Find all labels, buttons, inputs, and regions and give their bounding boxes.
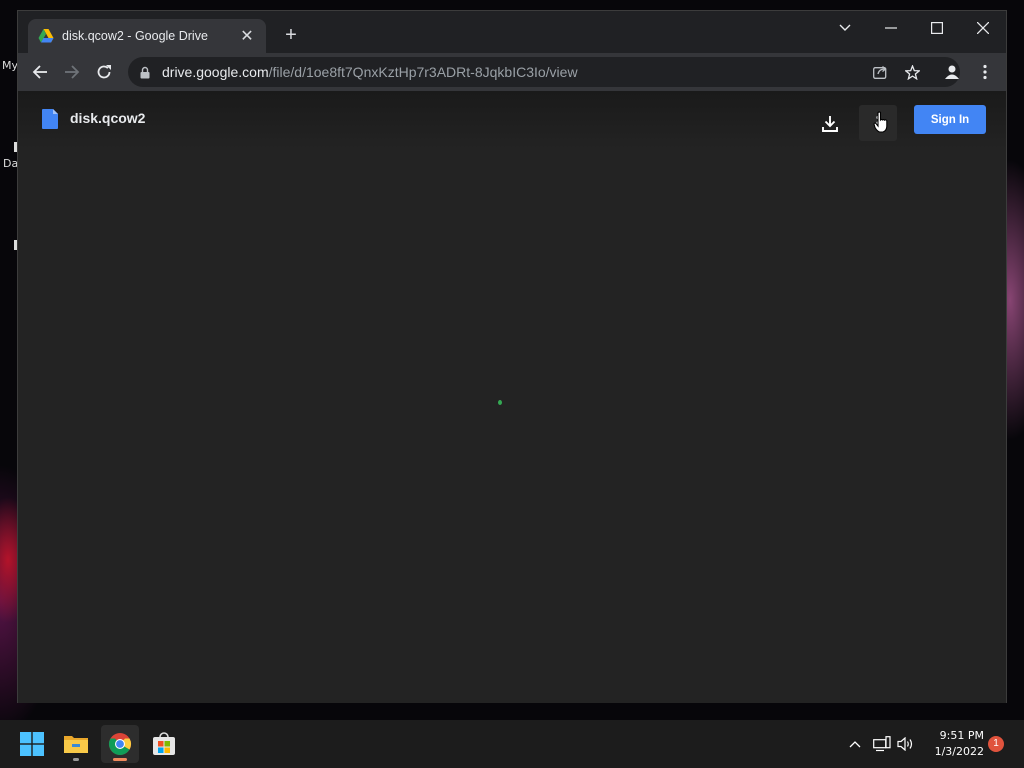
tab-search-chevron-icon[interactable] [825,15,865,41]
back-button[interactable] [26,58,54,86]
browser-titlebar: disk.qcow2 - Google Drive ✕ + [18,11,1006,53]
store-bag-icon [153,732,175,755]
new-tab-button[interactable]: + [280,25,302,47]
volume-icon[interactable] [896,734,916,754]
browser-window: disk.qcow2 - Google Drive ✕ + drive.goog… [17,10,1007,703]
desktop-icon-label[interactable]: Da [3,157,18,170]
browser-menu-button[interactable] [971,58,999,86]
loading-spinner [498,400,502,405]
show-hidden-icons-chevron-icon[interactable] [845,734,865,754]
chrome-icon [109,733,131,755]
taskbar: 9:51 PM 1/3/2022 1 [0,720,1024,768]
chrome-taskbar-button[interactable] [101,725,139,763]
file-name: disk.qcow2 [70,110,146,126]
desktop-icon-label[interactable]: My [2,59,18,72]
notification-badge[interactable]: 1 [988,736,1004,752]
kebab-menu-icon [983,64,987,80]
reload-button[interactable] [90,58,118,86]
bookmark-button[interactable] [898,58,926,86]
start-button[interactable] [13,725,51,763]
star-icon [904,64,920,80]
tab-title: disk.qcow2 - Google Drive [62,29,208,43]
profile-icon [945,65,959,79]
drive-header: disk.qcow2 Sign In [18,91,1006,149]
forward-button[interactable] [58,58,86,86]
tab-close-icon[interactable]: ✕ [238,26,256,46]
close-window-button[interactable] [963,15,1003,41]
minimize-button[interactable] [871,15,911,41]
url-domain: drive.google.com [162,64,269,80]
active-indicator [113,758,127,761]
clock-date: 1/3/2022 [934,745,984,758]
download-icon [822,115,838,132]
taskbar-clock[interactable]: 9:51 PM 1/3/2022 [928,728,984,760]
browser-tab[interactable]: disk.qcow2 - Google Drive ✕ [28,19,266,53]
reload-icon [97,65,111,79]
url-path: /file/d/1oe8ft7QnxKztHp7r3ADRt-8JqkbIC3I… [268,64,578,80]
folder-icon [64,736,88,753]
forward-arrow-icon [65,65,80,79]
file-icon [42,109,58,129]
google-drive-icon [38,29,54,43]
address-bar[interactable]: drive.google.com/file/d/1oe8ft7QnxKztHp7… [128,57,960,87]
browser-toolbar: drive.google.com/file/d/1oe8ft7QnxKztHp7… [18,53,1006,91]
network-icon[interactable] [872,734,892,754]
back-arrow-icon [32,65,47,79]
drive-preview-page: disk.qcow2 Sign In [18,91,1006,703]
share-button[interactable] [866,58,894,86]
profile-button[interactable] [938,58,966,86]
clock-time: 9:51 PM [939,729,984,742]
hand-cursor-icon [873,111,888,133]
maximize-button[interactable] [917,15,957,41]
windows-logo-icon [20,732,44,756]
sign-in-button[interactable]: Sign In [914,105,986,134]
share-icon [872,66,887,79]
file-explorer-button[interactable] [57,725,95,763]
running-indicator [73,758,79,761]
microsoft-store-button[interactable] [145,725,183,763]
lock-icon[interactable] [140,66,150,79]
download-button[interactable] [811,105,849,141]
